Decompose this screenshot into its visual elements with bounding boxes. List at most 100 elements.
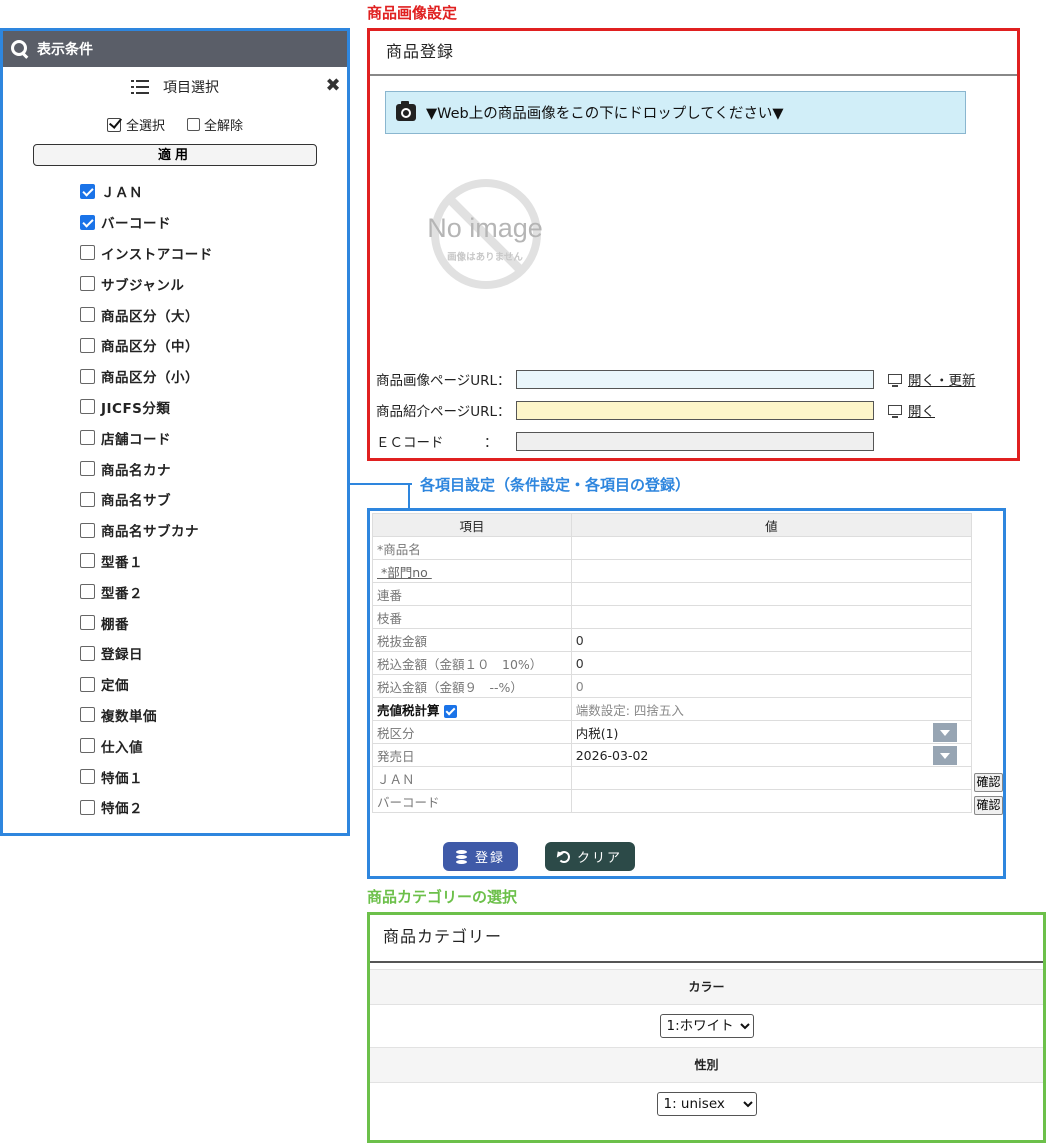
field-checkbox-item[interactable]: サブジャンル: [80, 268, 347, 299]
tax-type-select[interactable]: 内税(1): [570, 720, 973, 744]
table-row: 税区分 内税(1): [372, 720, 973, 744]
jan-confirm-button[interactable]: 確認: [974, 773, 1003, 792]
checkbox-unchecked[interactable]: [80, 584, 95, 600]
clear-label: クリア: [576, 851, 622, 866]
item-settings-table: 項目 値 *商品名 *部門no 連番 枝番 税抜金額 0 税込金額（金額１０ 1…: [372, 513, 973, 813]
apply-button[interactable]: 適用: [33, 144, 317, 166]
clear-button[interactable]: クリア: [545, 842, 635, 871]
table-row: 売値税計算 端数設定: 四捨五入: [372, 697, 973, 721]
checkbox-unchecked[interactable]: [80, 738, 95, 754]
checkbox-unchecked[interactable]: [80, 769, 95, 785]
field-checkbox-item[interactable]: 定価: [80, 669, 347, 700]
checkbox-unchecked[interactable]: [80, 337, 95, 353]
image-page-url-label: 商品画像ページURL：: [376, 373, 511, 389]
checkbox-checked[interactable]: [80, 183, 95, 199]
close-icon[interactable]: ✖: [324, 75, 342, 96]
table-row: 枝番: [372, 605, 973, 629]
checkbox-unchecked[interactable]: [80, 553, 95, 569]
checkbox-unchecked[interactable]: [80, 276, 95, 292]
tax-calc-checkbox[interactable]: [443, 704, 457, 718]
image-drop-area[interactable]: ▼Web上の商品画像をこの下にドロップしてください▼: [385, 91, 966, 134]
bulk-select-row: 全選択 全解除: [3, 107, 347, 141]
branch-label: 枝番: [372, 605, 572, 629]
open-refresh-link-text[interactable]: 開く・更新: [908, 369, 976, 389]
serial-value[interactable]: [570, 582, 973, 606]
field-checkbox-item[interactable]: JICFS分類: [80, 392, 347, 423]
field-checkbox-item[interactable]: 型番１: [80, 546, 347, 577]
field-checkbox-item[interactable]: 複数単価: [80, 700, 347, 731]
price-ex-tax-label: 税抜金額: [372, 628, 572, 652]
checkbox-unchecked[interactable]: [80, 676, 95, 692]
field-checkbox-item[interactable]: インストアコード: [80, 238, 347, 269]
price-ex-tax-value[interactable]: 0: [570, 628, 973, 652]
chevron-down-icon[interactable]: [933, 723, 957, 742]
chevron-down-icon[interactable]: [933, 746, 957, 765]
barcode-value[interactable]: [570, 789, 973, 813]
field-checkbox-item[interactable]: 型番２: [80, 576, 347, 607]
value-column-header: 値: [570, 513, 973, 537]
image-page-url-input[interactable]: [516, 369, 874, 389]
intro-page-url-input[interactable]: [516, 400, 874, 420]
checkbox-unchecked[interactable]: [80, 645, 95, 661]
tax-calc-cell: 売値税計算: [372, 697, 572, 721]
checkbox-unchecked[interactable]: [80, 461, 95, 477]
field-checkbox-label: 特価１: [101, 770, 143, 787]
select-all-button[interactable]: 全選択: [106, 115, 165, 134]
field-checkbox-label: ＪＡＮ: [101, 185, 143, 202]
table-row: ＪＡＮ: [372, 766, 973, 790]
checkbox-unchecked[interactable]: [80, 430, 95, 446]
field-checkbox-item[interactable]: 棚番: [80, 607, 347, 638]
list-icon: [131, 79, 149, 95]
field-checkbox-item[interactable]: 仕入値: [80, 730, 347, 761]
checkbox-unchecked[interactable]: [80, 368, 95, 384]
ec-code-row: ＥＣコード ：: [376, 430, 874, 452]
department-no-link[interactable]: *部門no: [377, 565, 432, 580]
price-in-tax-9-label: 税込金額（金額９ --%）: [372, 674, 572, 698]
open-link-text[interactable]: 開く: [908, 400, 935, 420]
field-checkbox-item[interactable]: 商品名サブ: [80, 484, 347, 515]
checkbox-unchecked[interactable]: [80, 491, 95, 507]
jan-value[interactable]: [570, 766, 973, 790]
checkbox-unchecked[interactable]: [80, 615, 95, 631]
serial-label: 連番: [372, 582, 572, 606]
release-date-select[interactable]: 2026-03-02: [570, 743, 973, 767]
ec-code-input[interactable]: [516, 431, 874, 451]
color-select[interactable]: 1:ホワイト: [659, 1014, 754, 1038]
field-checkbox-item[interactable]: 登録日: [80, 638, 347, 669]
product-name-value[interactable]: [570, 536, 973, 560]
checkbox-unchecked[interactable]: [80, 707, 95, 723]
register-button[interactable]: 登録: [443, 842, 518, 871]
branch-value[interactable]: [570, 605, 973, 629]
field-checkbox-item[interactable]: バーコード: [80, 207, 347, 238]
field-checkbox-item[interactable]: 商品名サブカナ: [80, 515, 347, 546]
price-in-tax-10-label: 税込金額（金額１０ 10%）: [372, 651, 572, 675]
image-page-url-row: 商品画像ページURL： 開く・更新: [376, 368, 976, 390]
field-checkbox-item[interactable]: 商品区分（大）: [80, 299, 347, 330]
field-checkbox-item[interactable]: 商品名カナ: [80, 453, 347, 484]
open-link[interactable]: 開く: [888, 400, 935, 420]
checkbox-checked[interactable]: [80, 214, 95, 230]
checkbox-unchecked[interactable]: [80, 399, 95, 415]
checkbox-unchecked[interactable]: [80, 245, 95, 261]
field-checkbox-item[interactable]: ＪＡＮ: [80, 176, 347, 207]
field-checkbox-item[interactable]: 特価１: [80, 761, 347, 792]
deselect-all-button[interactable]: 全解除: [187, 115, 243, 134]
open-refresh-link[interactable]: 開く・更新: [888, 369, 976, 389]
checkbox-unchecked[interactable]: [80, 799, 95, 815]
field-checkbox-item[interactable]: 商品区分（小）: [80, 361, 347, 392]
field-checkbox-label: 店舗コード: [101, 431, 171, 448]
department-no-value[interactable]: [570, 559, 973, 583]
checkbox-unchecked[interactable]: [80, 307, 95, 323]
field-checkbox-label: 型番１: [101, 554, 143, 571]
price-in-tax-10-value: 0: [570, 651, 973, 675]
field-checkbox-item[interactable]: 店舗コード: [80, 422, 347, 453]
field-checkbox-item[interactable]: 特価２: [80, 792, 347, 823]
field-checkbox-item[interactable]: 商品区分（中）: [80, 330, 347, 361]
field-checkbox-label: 商品区分（大）: [101, 308, 199, 325]
gender-select[interactable]: 1: unisex: [656, 1092, 757, 1116]
tax-type-label: 税区分: [372, 720, 572, 744]
item-column-header: 項目: [372, 513, 572, 537]
barcode-confirm-button[interactable]: 確認: [974, 796, 1003, 815]
checkbox-unchecked[interactable]: [80, 522, 95, 538]
table-row: 税込金額（金額１０ 10%） 0: [372, 651, 973, 675]
